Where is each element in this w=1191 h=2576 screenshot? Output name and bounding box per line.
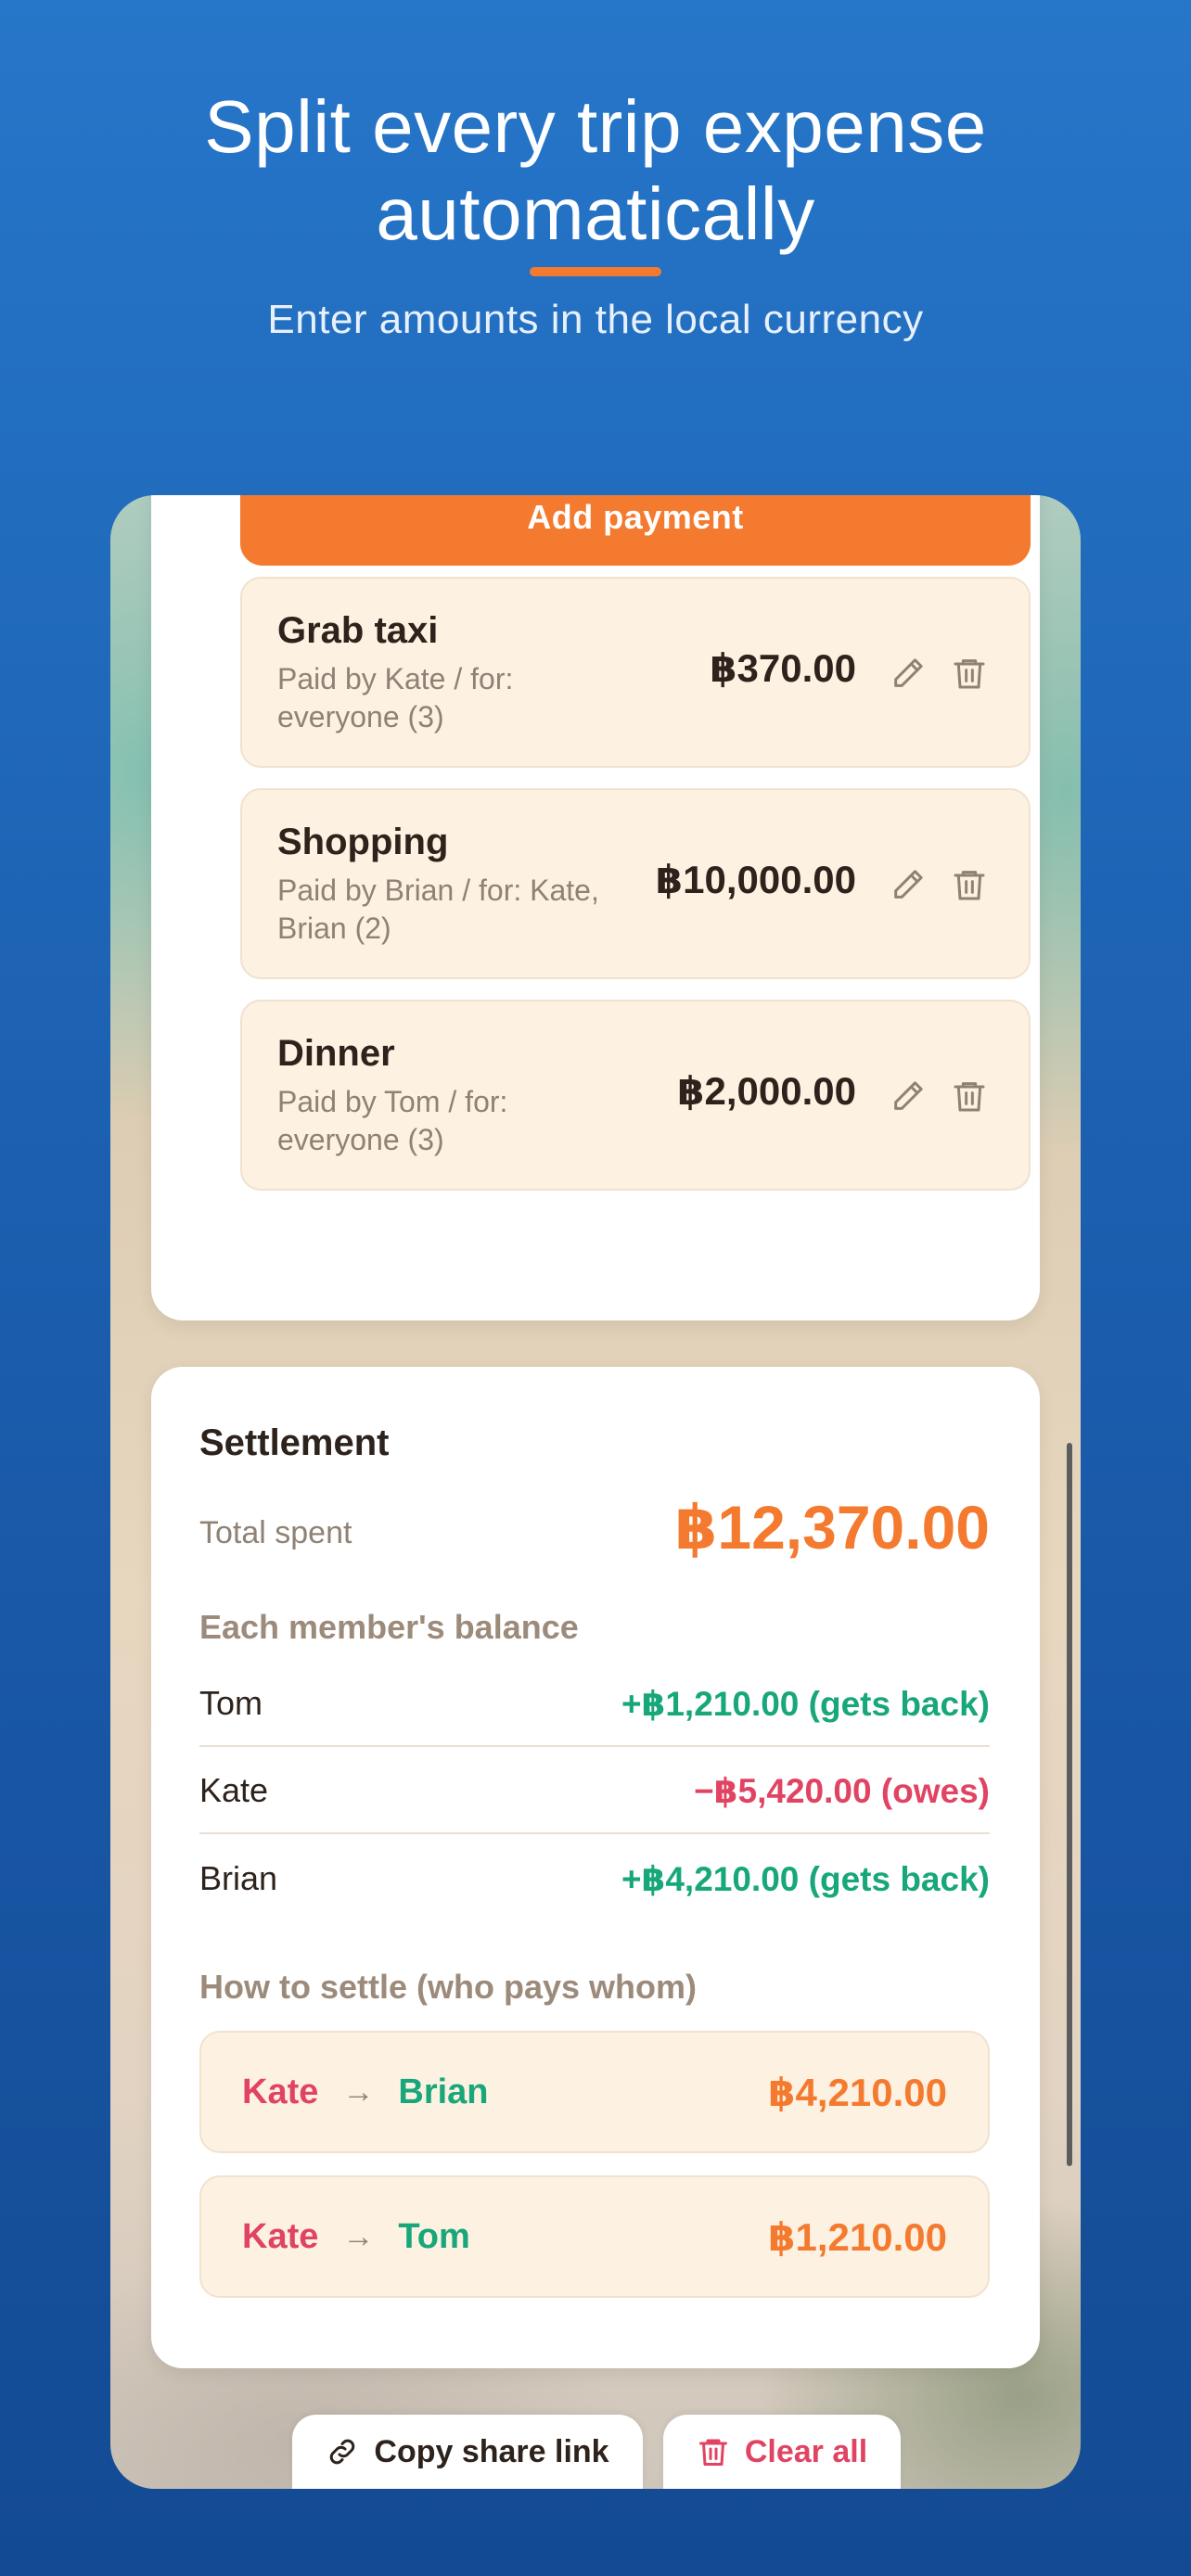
payment-item[interactable]: Shopping Paid by Brian / for: Kate, Bria… — [240, 788, 1031, 979]
payment-amount: ฿2,000.00 — [677, 1069, 856, 1113]
payment-amount: ฿10,000.00 — [655, 858, 856, 901]
total-spent-label: Total spent — [199, 1515, 352, 1550]
payment-name: Dinner — [277, 1033, 395, 1074]
pencil-icon[interactable] — [890, 655, 927, 692]
trash-icon[interactable] — [951, 655, 988, 692]
clear-all-button[interactable]: Clear all — [663, 2415, 901, 2489]
trash-icon — [698, 2439, 727, 2466]
copy-share-link-label: Copy share link — [374, 2433, 609, 2469]
balance-name: Tom — [199, 1684, 263, 1722]
copy-share-link-button[interactable]: Copy share link — [292, 2415, 643, 2489]
payment-item[interactable]: Dinner Paid by Tom / for: everyone (3) ฿… — [240, 1000, 1031, 1191]
payment-meta: Paid by Brian / for: Kate, Brian (2) — [277, 874, 599, 945]
hero-title-line1: Split every trip expense — [204, 85, 987, 168]
hero-title: Split every trip expense automatically — [0, 83, 1191, 258]
hero: Split every trip expense automatically E… — [0, 83, 1191, 343]
payment-item[interactable]: Grab taxi Paid by Kate / for: everyone (… — [240, 577, 1031, 768]
clear-all-label: Clear all — [744, 2433, 868, 2469]
link-icon — [330, 2439, 355, 2465]
hero-underline — [530, 267, 661, 276]
how-to-settle-heading: How to settle (who pays whom) — [199, 1968, 698, 2006]
payment-name: Grab taxi — [277, 610, 439, 651]
balance-value: −฿5,420.00 (owes) — [694, 1771, 990, 1810]
transfer-amount: ฿4,210.00 — [768, 2070, 947, 2114]
transfer-from: Kate — [242, 2216, 319, 2256]
hero-title-line2: automatically — [376, 172, 815, 255]
balance-name: Brian — [199, 1859, 278, 1897]
arrow-right-icon: → — [342, 2073, 375, 2110]
balance-name: Kate — [199, 1771, 269, 1809]
balance-row: Tom +฿1,210.00 (gets back) — [199, 1662, 990, 1747]
transfer-to: Tom — [398, 2216, 470, 2256]
pencil-icon[interactable] — [890, 1078, 927, 1115]
payment-meta: Paid by Tom / for: everyone (3) — [277, 1085, 508, 1156]
settlement-card: Settlement Total spent ฿12,370.00 Each m… — [151, 1367, 1040, 2368]
balance-heading: Each member's balance — [199, 1608, 579, 1646]
transfer-from: Kate — [242, 2072, 319, 2111]
pencil-icon[interactable] — [890, 866, 927, 903]
trash-icon[interactable] — [951, 1078, 988, 1115]
transfer-item: Kate → Brian ฿4,210.00 — [199, 2031, 990, 2153]
total-spent-value: ฿12,370.00 — [674, 1493, 990, 1562]
payment-name: Shopping — [277, 822, 449, 862]
app-screen: Add payment Grab taxi Paid by Kate / for… — [110, 495, 1081, 2489]
balance-value: +฿4,210.00 (gets back) — [621, 1859, 990, 1898]
settlement-title: Settlement — [199, 1422, 390, 1463]
payment-meta: Paid by Kate / for: everyone (3) — [277, 662, 514, 733]
hero-subtitle: Enter amounts in the local currency — [267, 297, 924, 342]
payment-amount: ฿370.00 — [710, 646, 856, 690]
add-payment-button[interactable]: Add payment — [240, 495, 1031, 566]
arrow-right-icon: → — [342, 2218, 375, 2254]
payments-card: Add payment Grab taxi Paid by Kate / for… — [151, 495, 1040, 1320]
scrollbar[interactable] — [1067, 1443, 1072, 2166]
transfer-amount: ฿1,210.00 — [768, 2214, 947, 2259]
transfer-item: Kate → Tom ฿1,210.00 — [199, 2175, 990, 2298]
balance-row: Brian +฿4,210.00 (gets back) — [199, 1836, 990, 1921]
transfer-to: Brian — [398, 2072, 489, 2111]
balance-value: +฿1,210.00 (gets back) — [621, 1684, 990, 1723]
balance-row: Kate −฿5,420.00 (owes) — [199, 1749, 990, 1834]
trash-icon[interactable] — [951, 866, 988, 903]
